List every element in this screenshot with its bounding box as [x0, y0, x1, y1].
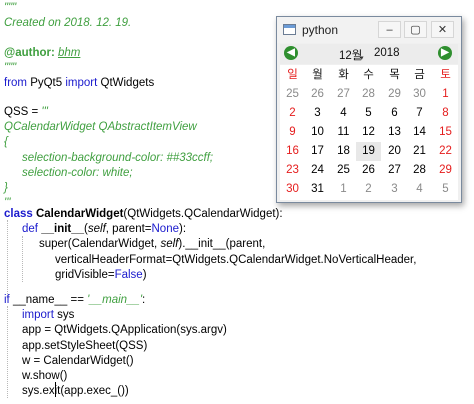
- calendar-day[interactable]: 8: [433, 104, 458, 123]
- close-button[interactable]: ✕: [431, 21, 454, 38]
- calendar-day[interactable]: 29: [433, 161, 458, 180]
- calendar-day[interactable]: 27: [382, 161, 407, 180]
- calendar-day[interactable]: 10: [305, 123, 330, 142]
- calendar-day[interactable]: 12: [356, 123, 381, 142]
- calendar-day[interactable]: 11: [331, 123, 356, 142]
- calendar-day[interactable]: 9: [280, 123, 305, 142]
- calendar-day[interactable]: 28: [356, 85, 381, 104]
- month-selector[interactable]: 12월: [339, 47, 362, 63]
- code-line: selection-background-color: ##33ccff;: [22, 152, 214, 164]
- calendar-day[interactable]: 28: [407, 161, 432, 180]
- calendar-day[interactable]: 16: [280, 142, 305, 161]
- calendar-day[interactable]: 4: [331, 104, 356, 123]
- code-line: import sys: [22, 309, 75, 321]
- calendar-day[interactable]: 15: [433, 123, 458, 142]
- year-selector[interactable]: 2018: [374, 47, 400, 59]
- code-line: @author: bhm: [4, 47, 81, 59]
- code-line: QSS = ''': [4, 106, 48, 118]
- indent-guide: [22, 236, 23, 282]
- window-titlebar[interactable]: python – ▢ ✕: [277, 17, 461, 43]
- code-line: class CalendarWidget(QtWidgets.QCalendar…: [4, 208, 283, 220]
- calendar-day[interactable]: 22: [433, 142, 458, 161]
- code-line: from PyQt5 import QtWidgets: [4, 77, 155, 89]
- prev-month-icon[interactable]: ◀: [284, 46, 298, 60]
- weekday-header: 화: [338, 69, 349, 81]
- calendar-day[interactable]: 20: [382, 142, 407, 161]
- window-title: python: [302, 23, 339, 37]
- code-line: super(CalendarWidget, self).__init__(par…: [39, 238, 266, 250]
- calendar-day[interactable]: 27: [331, 85, 356, 104]
- weekday-header: 목: [389, 69, 400, 81]
- calendar-day[interactable]: 2: [356, 180, 381, 199]
- weekday-header: 일: [287, 69, 298, 81]
- code-line: def __init__(self, parent=None):: [22, 223, 187, 235]
- calendar-day[interactable]: 25: [331, 161, 356, 180]
- calendar-day[interactable]: 24: [305, 161, 330, 180]
- calendar-day[interactable]: 6: [382, 104, 407, 123]
- month-dropdown-icon[interactable]: ▾: [360, 54, 364, 62]
- code-line: w.show(): [22, 370, 68, 382]
- calendar-day[interactable]: 5: [433, 180, 458, 199]
- code-line: """: [4, 62, 17, 74]
- code-line: if __name__ == '__main__':: [4, 294, 146, 306]
- code-line: QCalendarWidget QAbstractItemView: [4, 121, 197, 133]
- calendar-grid: 일 월 화 수 목 금 토 25 26 27 28 29 30 1 2 3 4 5 6 7 8 9 10 11 12 13 14 15…: [280, 65, 458, 200]
- code-line: verticalHeaderFormat=QtWidgets.QCalendar…: [55, 254, 417, 266]
- calendar-day[interactable]: 3: [382, 180, 407, 199]
- calendar-day[interactable]: 4: [407, 180, 432, 199]
- weekday-header: 토: [440, 69, 451, 81]
- calendar-day[interactable]: 29: [382, 85, 407, 104]
- maximize-button[interactable]: ▢: [404, 21, 427, 38]
- window-app-icon: [283, 24, 296, 35]
- weekday-header: 수: [363, 69, 374, 81]
- code-line: """: [4, 2, 17, 14]
- code-line: app = QtWidgets.QApplication(sys.argv): [22, 324, 227, 336]
- calendar-day[interactable]: 30: [280, 180, 305, 199]
- calendar-day[interactable]: 7: [407, 104, 432, 123]
- indent-guide: [7, 306, 8, 398]
- weekday-header: 금: [414, 69, 425, 81]
- calendar-day[interactable]: 21: [407, 142, 432, 161]
- text-caret: [55, 382, 56, 397]
- code-line: w = CalendarWidget(): [22, 355, 134, 367]
- code-line: app.setStyleSheet(QSS): [22, 340, 148, 352]
- calendar-day[interactable]: 17: [305, 142, 330, 161]
- calendar-day[interactable]: 19: [356, 142, 381, 161]
- calendar-day[interactable]: 25: [280, 85, 305, 104]
- code-line: {: [4, 136, 8, 148]
- calendar-day[interactable]: 30: [407, 85, 432, 104]
- calendar-day[interactable]: 1: [331, 180, 356, 199]
- code-line: selection-color: white;: [22, 167, 133, 179]
- calendar-day[interactable]: 13: [382, 123, 407, 142]
- calendar-day[interactable]: 14: [407, 123, 432, 142]
- code-line: gridVisible=False): [55, 269, 147, 281]
- python-window: python – ▢ ✕ ◀ 12월 ▾ 2018 ▶ 일 월 화 수 목 금 토 25 26 2…: [276, 16, 462, 203]
- calendar-day[interactable]: 26: [356, 161, 381, 180]
- calendar-day[interactable]: 23: [280, 161, 305, 180]
- calendar-day[interactable]: 31: [305, 180, 330, 199]
- calendar-navigation-bar: ◀ 12월 ▾ 2018 ▶: [280, 44, 458, 64]
- code-line: sys.exit(app.exec_()): [22, 385, 129, 397]
- code-line: }: [4, 182, 8, 194]
- indent-guide: [7, 220, 8, 298]
- calendar-day[interactable]: 2: [280, 104, 305, 123]
- calendar-day[interactable]: 26: [305, 85, 330, 104]
- weekday-header: 월: [312, 69, 323, 81]
- minimize-button[interactable]: –: [378, 21, 401, 38]
- calendar-day[interactable]: 1: [433, 85, 458, 104]
- calendar-day[interactable]: 3: [305, 104, 330, 123]
- code-line: Created on 2018. 12. 19.: [4, 17, 132, 29]
- calendar-day[interactable]: 5: [356, 104, 381, 123]
- next-month-icon[interactable]: ▶: [438, 46, 452, 60]
- calendar-day[interactable]: 18: [331, 142, 356, 161]
